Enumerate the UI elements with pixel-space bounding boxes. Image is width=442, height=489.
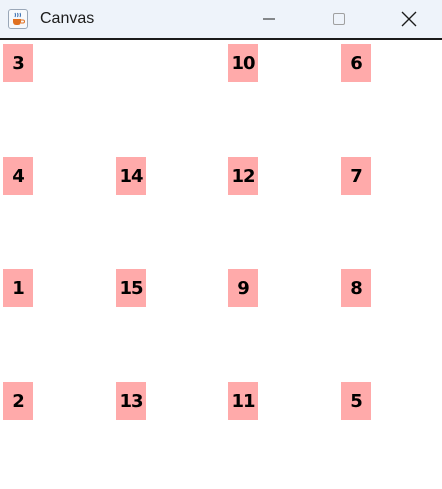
tile[interactable]: 9 <box>228 269 258 307</box>
close-button[interactable] <box>386 0 432 38</box>
tile[interactable]: 4 <box>3 157 33 195</box>
tile[interactable]: 6 <box>341 44 371 82</box>
java-cup-icon[interactable] <box>8 9 28 29</box>
window-title: Canvas <box>40 10 95 27</box>
tile[interactable]: 1 <box>3 269 33 307</box>
tile[interactable]: 7 <box>341 157 371 195</box>
maximize-icon <box>333 13 345 25</box>
maximize-button[interactable] <box>316 0 362 38</box>
tile[interactable]: 13 <box>116 382 146 420</box>
title-bar[interactable]: Canvas <box>0 0 442 40</box>
tile[interactable]: 5 <box>341 382 371 420</box>
tile[interactable]: 15 <box>116 269 146 307</box>
tile[interactable]: 14 <box>116 157 146 195</box>
tile[interactable]: 2 <box>3 382 33 420</box>
minimize-button[interactable] <box>246 0 292 38</box>
tile[interactable]: 10 <box>228 44 258 82</box>
tile[interactable]: 11 <box>228 382 258 420</box>
tile[interactable]: 8 <box>341 269 371 307</box>
puzzle-canvas[interactable]: 3 10 6 4 14 12 7 1 15 9 8 2 13 11 5 <box>0 40 442 489</box>
tile[interactable]: 3 <box>3 44 33 82</box>
minimize-icon <box>263 18 275 20</box>
close-icon <box>401 11 417 27</box>
tile[interactable]: 12 <box>228 157 258 195</box>
